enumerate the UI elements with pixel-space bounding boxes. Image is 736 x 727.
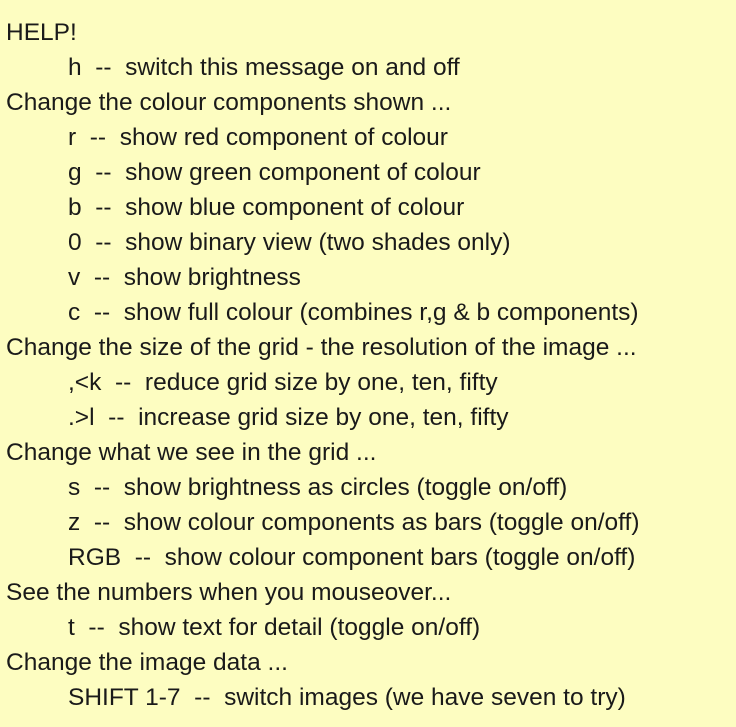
help-item-reduce-grid: ,<k -- reduce grid size by one, ten, fif… [68,369,498,396]
help-item-brightness: v -- show brightness [68,264,301,291]
help-item-switch-images: SHIFT 1-7 -- switch images (we have seve… [68,684,626,711]
help-item-full-colour: c -- show full colour (combines r,g & b … [68,299,639,326]
section-heading-image-data: Change the image data ... [6,649,288,676]
help-item-circles: s -- show brightness as circles (toggle … [68,474,568,501]
help-title: HELP! [6,19,77,46]
help-panel: HELP! h -- switch this message on and of… [0,0,736,727]
section-heading-grid-size: Change the size of the grid - the resolu… [6,334,637,361]
section-heading-grid-view: Change what we see in the grid ... [6,439,377,466]
section-heading-mouseover: See the numbers when you mouseover... [6,579,452,606]
section-heading-colour-components: Change the colour components shown ... [6,89,452,116]
help-item-rgb-bars: RGB -- show colour component bars (toggl… [68,544,636,571]
help-item-bars: z -- show colour components as bars (tog… [68,509,640,536]
help-item-red: r -- show red component of colour [68,124,448,151]
help-item-binary: 0 -- show binary view (two shades only) [68,229,511,256]
help-item-blue: b -- show blue component of colour [68,194,465,221]
help-item-green: g -- show green component of colour [68,159,481,186]
help-item-toggle-help: h -- switch this message on and off [68,54,460,81]
help-item-increase-grid: .>l -- increase grid size by one, ten, f… [68,404,509,431]
help-item-text-detail: t -- show text for detail (toggle on/off… [68,614,481,641]
